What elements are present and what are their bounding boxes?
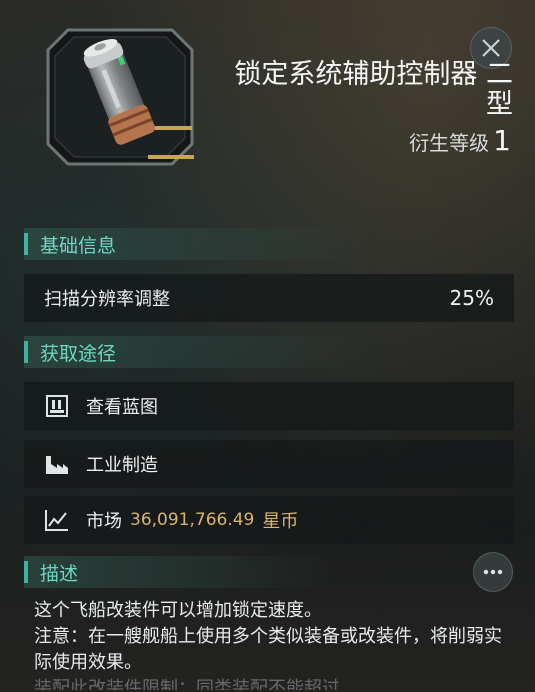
ellipsis-icon: [483, 569, 503, 575]
level-label: 衍生等级: [409, 131, 490, 155]
section-acquire: 获取途径: [24, 336, 514, 368]
market-chart-icon: [44, 507, 70, 533]
source-label: 工业制造: [86, 455, 158, 476]
section-title: 基础信息: [40, 234, 117, 257]
item-info-panel: 锁定系统辅助控制器 二型 衍生等级 1 基础信息 扫描分辨率调整 25% 获取途…: [0, 0, 535, 692]
description-text: 这个飞船改装件可以增加锁定速度。 注意：在一艘舰船上使用多个类似装备或改装件，将…: [34, 598, 504, 690]
source-industry[interactable]: 工业制造: [24, 440, 514, 488]
capacitor-module-icon: [46, 28, 194, 166]
section-title: 描述: [40, 562, 79, 585]
item-level: 衍生等级 1: [409, 124, 511, 157]
market-price: 36,091,766.49: [130, 510, 255, 530]
currency-unit: 星币: [262, 511, 299, 532]
item-name: 锁定系统辅助控制器 二型: [234, 59, 513, 120]
section-basic-info: 基础信息: [24, 228, 514, 260]
description-line: 这个飞船改装件可以增加锁定速度。: [34, 600, 322, 621]
stat-label: 扫描分辨率调整: [44, 289, 170, 310]
section-title: 获取途径: [40, 342, 117, 365]
stat-value: 25%: [449, 286, 494, 310]
more-options-button[interactable]: [473, 552, 513, 592]
blueprint-icon: [44, 393, 70, 419]
source-label: 市场: [86, 511, 122, 532]
source-label: 查看蓝图: [86, 397, 158, 418]
section-accent-bar: [24, 341, 28, 363]
source-blueprint[interactable]: 查看蓝图: [24, 382, 514, 430]
stat-row: 扫描分辨率调整 25%: [24, 274, 514, 322]
level-value: 1: [493, 124, 511, 157]
factory-icon: [44, 451, 70, 477]
section-accent-bar: [24, 233, 28, 255]
section-description: 描述: [24, 556, 464, 588]
description-line: 装配此改装件限制：同类装配不能超过: [34, 678, 340, 690]
source-market[interactable]: 市场 36,091,766.49 星币: [24, 496, 514, 544]
section-accent-bar: [24, 561, 28, 583]
close-icon: [482, 39, 500, 57]
description-line: 注意：在一艘舰船上使用多个类似装备或改装件，将削弱实际使用效果。: [34, 626, 502, 673]
item-icon-frame: [46, 28, 194, 166]
